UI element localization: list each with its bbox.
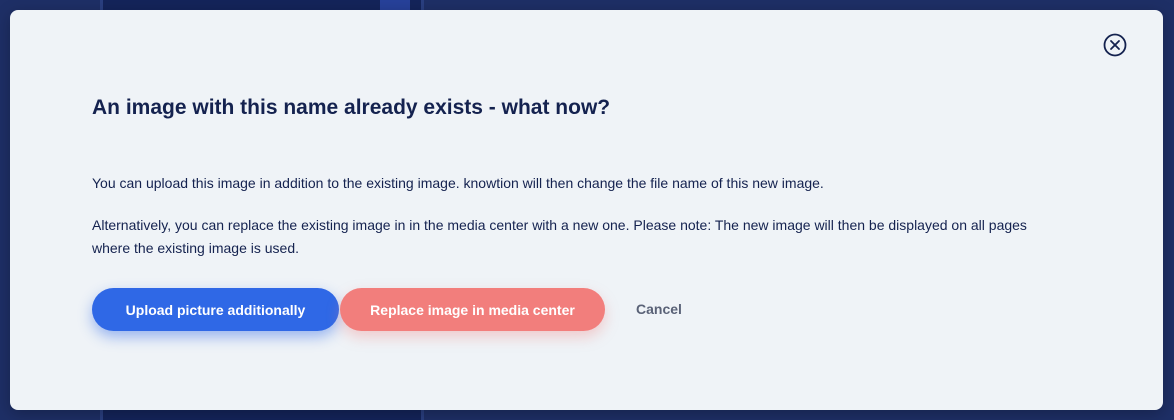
cancel-button[interactable]: Cancel: [630, 288, 688, 331]
background-badge: [380, 0, 410, 10]
duplicate-image-dialog: An image with this name already exists -…: [10, 10, 1163, 410]
close-circle-icon[interactable]: [1103, 33, 1127, 57]
dialog-paragraph-upload: You can upload this image in addition to…: [92, 175, 824, 191]
dialog-paragraph-replace: Alternatively, you can replace the exist…: [92, 217, 1027, 256]
close-button[interactable]: [1103, 33, 1127, 57]
upload-additionally-button[interactable]: Upload picture additionally: [92, 288, 339, 331]
dialog-title: An image with this name already exists -…: [92, 96, 611, 119]
replace-image-button[interactable]: Replace image in media center: [340, 288, 605, 331]
